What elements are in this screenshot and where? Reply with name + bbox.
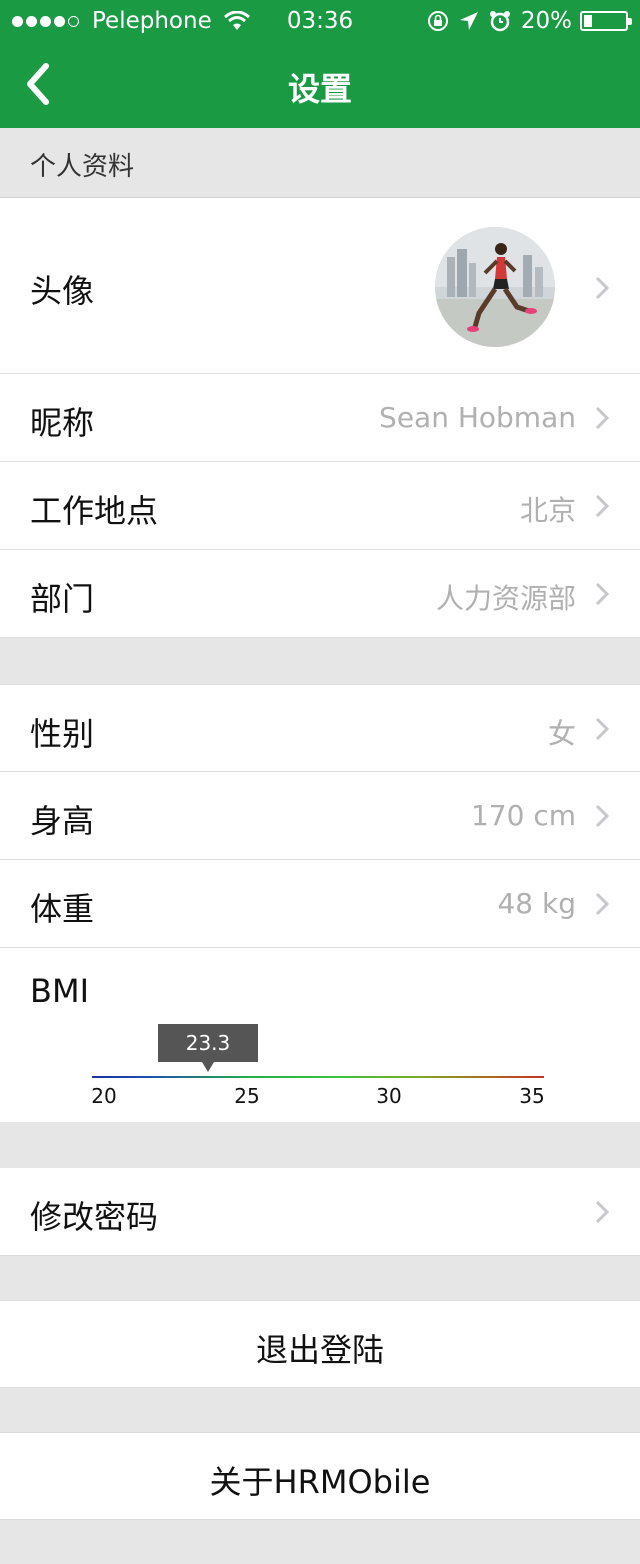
bmi-tick-label: 30 [376,1084,402,1108]
chevron-right-icon [595,582,610,606]
about-label: 关于HRMObile [209,1463,431,1501]
height-row[interactable]: 身高 170 cm [0,772,640,860]
logout-label: 退出登陆 [255,1331,384,1369]
chevron-right-icon [595,804,610,828]
about-button[interactable]: 关于HRMObile [0,1432,640,1520]
nickname-row[interactable]: 昵称 Sean Hobman [0,374,640,462]
battery-icon [580,11,632,31]
navigation-bar: 设置 [0,40,640,128]
height-label: 身高 [30,802,95,840]
nickname-label: 昵称 [30,404,95,442]
weight-label: 体重 [30,890,95,928]
work-location-value: 北京 [519,494,576,527]
logout-button[interactable]: 退出登陆 [0,1300,640,1388]
work-location-row[interactable]: 工作地点 北京 [0,462,640,550]
rotation-lock-icon [427,11,448,31]
height-value: 170 cm [470,799,576,832]
bmi-tick-label: 25 [234,1084,260,1108]
bmi-tick-label: 20 [91,1084,117,1108]
change-password-label: 修改密码 [30,1198,159,1236]
department-label: 部门 [30,580,95,618]
gender-label: 性别 [30,715,95,753]
bmi-tick-label: 35 [519,1084,545,1108]
bmi-scale-bar [92,1076,544,1078]
chevron-right-icon [595,276,610,300]
gender-row[interactable]: 性别 女 [0,684,640,772]
alarm-icon [489,11,510,32]
section-header-label: 个人资料 [30,152,135,182]
location-arrow-icon [459,12,478,30]
work-location-label: 工作地点 [30,492,159,530]
section-header-profile: 个人资料 [0,128,640,198]
chevron-right-icon [595,892,610,916]
avatar-row[interactable]: 头像 [0,198,640,374]
department-value: 人力资源部 [435,582,576,615]
chevron-right-icon [595,717,610,741]
gender-value: 女 [547,717,576,750]
chevron-right-icon [595,406,610,430]
bmi-value-tooltip: 23.3 [158,1024,258,1072]
weight-value: 48 kg [497,887,576,920]
chevron-right-icon [595,494,610,518]
nickname-value: Sean Hobman [379,401,576,434]
battery-percent: 20% [520,8,572,34]
avatar[interactable] [435,227,555,347]
avatar-label: 头像 [30,272,95,310]
bmi-label: BMI [30,972,89,1010]
department-row[interactable]: 部门 人力资源部 [0,550,640,638]
change-password-row[interactable]: 修改密码 [0,1168,640,1256]
bmi-row: BMI 23.3 20 25 30 35 [0,948,640,1122]
weight-row[interactable]: 体重 48 kg [0,860,640,948]
status-bar: Pelephone 03:36 20% [0,0,640,40]
chevron-right-icon [595,1200,610,1224]
page-title: 设置 [287,70,352,108]
